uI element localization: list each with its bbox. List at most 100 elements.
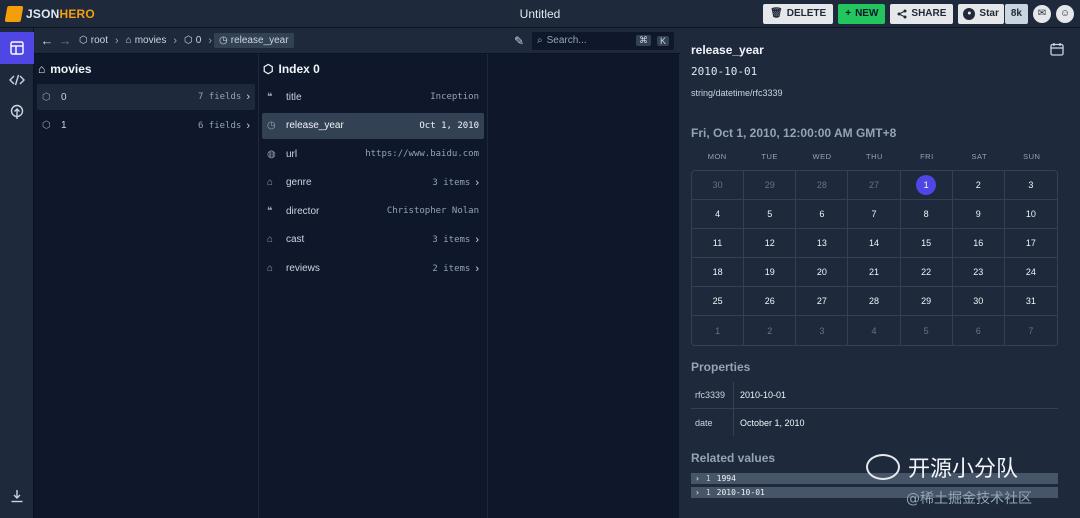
list-item[interactable]: ❝ title Inception bbox=[262, 84, 484, 110]
chevron-right-icon: › bbox=[475, 262, 479, 275]
calendar-day[interactable]: 11 bbox=[692, 229, 745, 258]
calendar-day[interactable]: 1 bbox=[692, 316, 745, 345]
calendar-day[interactable]: 10 bbox=[1004, 200, 1057, 229]
logo-icon bbox=[4, 5, 24, 22]
column-empty bbox=[488, 54, 680, 518]
calendar-day[interactable]: 19 bbox=[744, 258, 797, 287]
calendar-day[interactable]: 21 bbox=[848, 258, 901, 287]
calendar-day[interactable]: 6 bbox=[953, 316, 1005, 345]
calendar-day[interactable]: 5 bbox=[901, 316, 953, 345]
tree-view-button[interactable] bbox=[0, 96, 34, 128]
wechat-icon bbox=[866, 454, 900, 480]
github-star-button[interactable]: ● Star bbox=[958, 3, 1004, 24]
calendar-icon[interactable] bbox=[1050, 42, 1064, 59]
panel-type: string/datetime/rfc3339 bbox=[691, 88, 783, 98]
shortcut-key: K bbox=[656, 35, 669, 46]
calendar-day[interactable]: 4 bbox=[692, 200, 745, 229]
calendar-day[interactable]: 22 bbox=[900, 258, 953, 287]
breadcrumb-index-0[interactable]: ⬡ 0 bbox=[179, 33, 206, 48]
calendar-day[interactable]: 27 bbox=[796, 287, 849, 316]
download-icon bbox=[11, 490, 23, 503]
quote-icon: ❝ bbox=[267, 91, 273, 103]
calendar-day[interactable]: 30 bbox=[692, 171, 745, 200]
list-item[interactable]: ⌂ cast 3 items › bbox=[262, 227, 484, 253]
chevron-right-icon: › bbox=[173, 34, 178, 47]
list-item[interactable]: ❝ director Christopher Nolan bbox=[262, 198, 484, 224]
chevron-right-icon: › bbox=[695, 488, 700, 497]
calendar-day[interactable]: 28 bbox=[796, 171, 849, 200]
calendar-day[interactable]: 3 bbox=[1004, 171, 1057, 200]
calendar-day[interactable]: 4 bbox=[848, 316, 901, 345]
calendar-day[interactable]: 24 bbox=[1004, 258, 1057, 287]
calendar-day[interactable]: 16 bbox=[952, 229, 1005, 258]
list-item[interactable]: ⬡ 1 6 fields › bbox=[37, 113, 255, 139]
list-item[interactable]: ⌂ reviews 2 items › bbox=[262, 256, 484, 282]
calendar-day[interactable]: 3 bbox=[796, 316, 849, 345]
breadcrumb-movies[interactable]: ⌂ movies bbox=[121, 33, 172, 48]
calendar-day[interactable]: 15 bbox=[900, 229, 953, 258]
discord-icon[interactable]: ☺ bbox=[1056, 4, 1074, 23]
list-item[interactable]: ⬡ 0 7 fields › bbox=[37, 84, 255, 110]
calendar-day[interactable]: 14 bbox=[848, 229, 901, 258]
chevron-right-icon: › bbox=[246, 91, 250, 103]
calendar-day[interactable]: 30 bbox=[952, 287, 1005, 316]
panel-title: release_year bbox=[691, 43, 764, 57]
chevron-right-icon: › bbox=[475, 176, 479, 189]
info-panel: release_year 2010-10-01 string/datetime/… bbox=[680, 28, 1080, 518]
path-navigation-bar: ← → ⬡ root › ⌂ movies › ⬡ 0 › ◷ release_year… bbox=[34, 28, 680, 54]
code-icon bbox=[9, 74, 25, 86]
calendar-day[interactable]: 1 bbox=[900, 171, 953, 200]
table-row: rfc3339 2010-10-01 bbox=[691, 382, 1058, 409]
share-icon bbox=[897, 9, 907, 18]
calendar-day[interactable]: 2 bbox=[952, 171, 1005, 200]
column-header: ⬡ Index 0 bbox=[263, 62, 320, 76]
calendar-day[interactable]: 20 bbox=[796, 258, 849, 287]
columns-view-button[interactable] bbox=[0, 32, 34, 64]
calendar-day[interactable]: 12 bbox=[744, 229, 797, 258]
calendar-day[interactable]: 7 bbox=[848, 200, 901, 229]
list-item[interactable]: ⌂ genre 3 items › bbox=[262, 170, 484, 196]
calendar-day[interactable]: 27 bbox=[848, 171, 901, 200]
list-item[interactable]: ◷ release_year Oct 1, 2010 bbox=[262, 112, 484, 139]
column-movies: ⌂ movies ⬡ 0 7 fields › ⬡ 1 6 fields › bbox=[34, 54, 259, 518]
cube-icon: ⬡ bbox=[42, 91, 51, 103]
calendar-day[interactable]: 8 bbox=[900, 200, 953, 229]
calendar-day[interactable]: 29 bbox=[900, 287, 953, 316]
new-button[interactable]: + NEW bbox=[838, 3, 886, 24]
calendar-day[interactable]: 26 bbox=[744, 287, 797, 316]
selected-day: 1 bbox=[916, 175, 937, 195]
back-arrow-icon[interactable]: ← bbox=[38, 33, 56, 48]
calendar-day[interactable]: 2 bbox=[744, 316, 797, 345]
globe-icon: ◍ bbox=[267, 148, 276, 160]
search-input[interactable]: ⌕ Search... ⌘ K bbox=[532, 31, 674, 50]
calendar-day[interactable]: 13 bbox=[796, 229, 849, 258]
calendar-day[interactable]: 25 bbox=[692, 287, 745, 316]
calendar-day[interactable]: 18 bbox=[692, 258, 745, 287]
calendar-day[interactable]: 9 bbox=[952, 200, 1005, 229]
share-button[interactable]: SHARE bbox=[890, 3, 954, 24]
calendar-day[interactable]: 7 bbox=[1005, 316, 1057, 345]
star-count[interactable]: 8k bbox=[1004, 3, 1028, 24]
calendar-day[interactable]: 28 bbox=[848, 287, 901, 316]
breadcrumb-root[interactable]: ⬡ root bbox=[74, 33, 113, 48]
list-item[interactable]: ◍ url https://www.baidu.com bbox=[262, 141, 484, 167]
download-button[interactable] bbox=[0, 480, 34, 512]
mail-icon[interactable]: ✉ bbox=[1033, 4, 1051, 23]
code-view-button[interactable] bbox=[0, 64, 34, 96]
calendar-day[interactable]: 29 bbox=[744, 171, 797, 200]
calendar-day[interactable]: 17 bbox=[1004, 229, 1057, 258]
breadcrumb-release-year[interactable]: ◷ release_year bbox=[214, 33, 294, 48]
trash-icon: 🗑 bbox=[770, 8, 783, 19]
app-logo[interactable]: JSONHERO bbox=[0, 5, 120, 22]
calendar-day[interactable]: 31 bbox=[1004, 287, 1057, 316]
related-values-title: Related values bbox=[691, 451, 776, 465]
calendar-day[interactable]: 23 bbox=[952, 258, 1005, 287]
calendar-day[interactable]: 6 bbox=[796, 200, 849, 229]
left-rail bbox=[0, 28, 34, 518]
edit-icon[interactable]: ✎ bbox=[514, 34, 524, 48]
forward-arrow-icon[interactable]: → bbox=[56, 33, 74, 48]
cube-icon: ⬡ bbox=[263, 62, 274, 76]
calendar-day[interactable]: 5 bbox=[744, 200, 797, 229]
delete-button[interactable]: 🗑 DELETE bbox=[763, 3, 834, 24]
columns-icon bbox=[10, 41, 24, 55]
